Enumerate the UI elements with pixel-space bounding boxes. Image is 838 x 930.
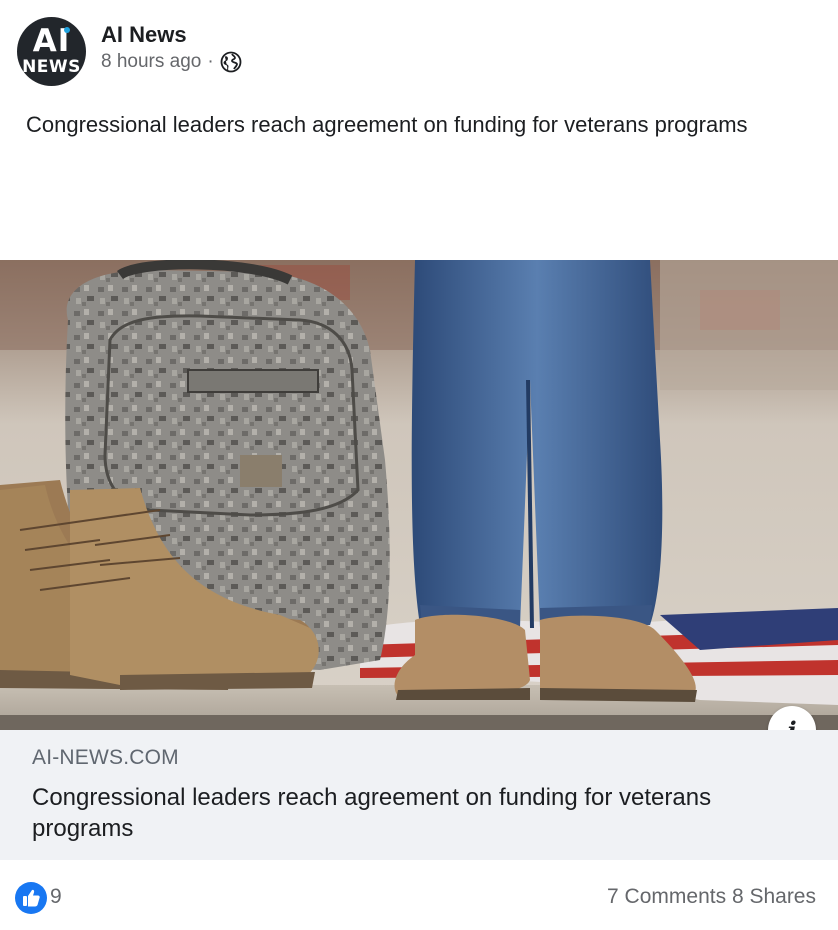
globe-icon bbox=[220, 51, 242, 73]
thumbs-up-icon[interactable] bbox=[15, 882, 47, 914]
post-image[interactable] bbox=[0, 260, 838, 730]
shares-count[interactable]: 8 Shares bbox=[732, 885, 816, 908]
post-meta: 8 hours ago · bbox=[101, 51, 242, 73]
page-avatar[interactable]: AI NEWS bbox=[17, 17, 86, 86]
meta-separator: · bbox=[207, 51, 214, 72]
post-header: AI NEWS AI News 8 hours ago · bbox=[17, 17, 242, 87]
link-preview[interactable]: AI-NEWS.COM Congressional leaders reach … bbox=[0, 730, 838, 860]
link-domain: AI-NEWS.COM bbox=[32, 746, 179, 769]
engagement-stats: 7 Comments 8 Shares bbox=[607, 885, 816, 909]
comments-count[interactable]: 7 Comments bbox=[607, 885, 726, 908]
page-name-link[interactable]: AI News bbox=[101, 22, 242, 48]
reaction-count[interactable]: 9 bbox=[50, 885, 62, 909]
post-timestamp[interactable]: 8 hours ago bbox=[101, 51, 201, 73]
link-title[interactable]: Congressional leaders reach agreement on… bbox=[32, 782, 792, 844]
post-message: Congressional leaders reach agreement on… bbox=[26, 112, 748, 137]
post-footer: 9 7 Comments 8 Shares bbox=[0, 860, 838, 930]
post-header-text: AI News 8 hours ago · bbox=[101, 17, 242, 73]
avatar-logo-news: NEWS bbox=[22, 57, 81, 77]
avatar-logo-dot bbox=[64, 27, 70, 33]
avatar-logo-ai: AI bbox=[32, 23, 71, 59]
